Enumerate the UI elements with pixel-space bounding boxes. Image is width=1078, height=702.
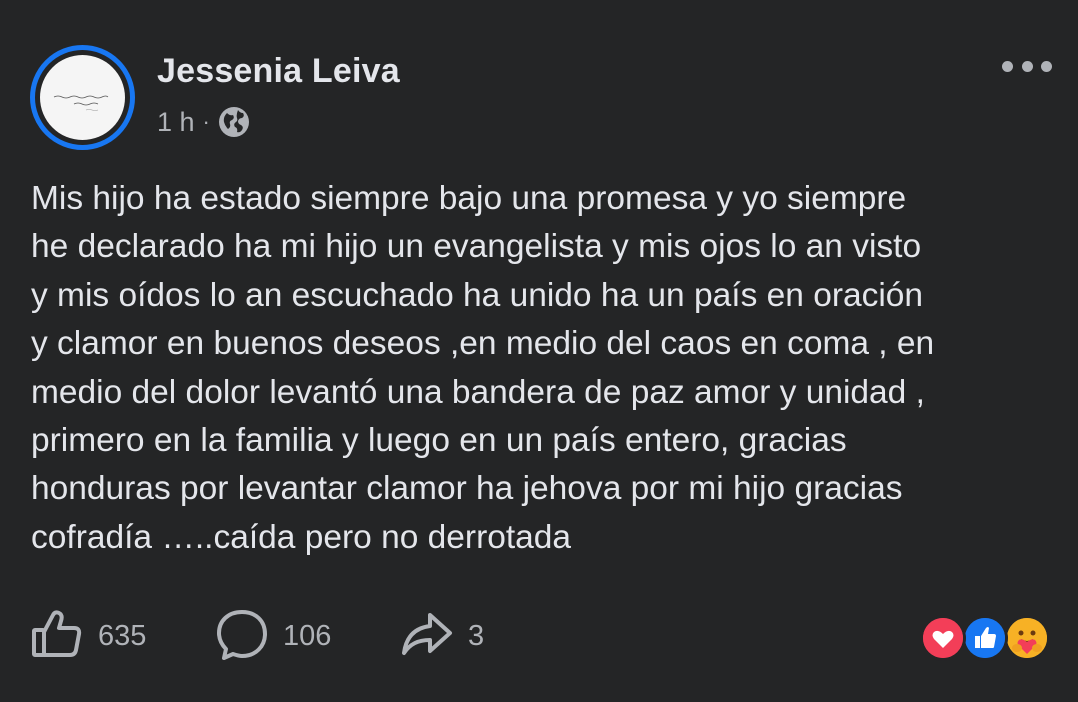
avatar-image [40,55,125,140]
share-icon [400,607,454,666]
share-count: 3 [468,619,485,652]
globe-icon[interactable] [218,106,250,138]
like-reaction-icon [962,615,1008,661]
more-dot [1021,60,1033,72]
thumbs-up-icon [30,607,84,666]
meta-separator: · [202,109,210,134]
avatar[interactable] [30,45,135,150]
comment-count: 106 [283,619,332,652]
post-timestamp[interactable]: 1 h [157,107,195,138]
reaction-summary[interactable] [920,610,1050,661]
more-options-button[interactable] [1002,56,1052,76]
post-text: Mis hijo ha estado siempre bajo una prom… [31,180,935,556]
like-count: 635 [98,619,147,652]
more-dot [1002,60,1013,72]
love-reaction-icon [920,615,966,661]
comment-icon [215,607,269,666]
share-button[interactable]: 3 [400,607,484,666]
care-reaction-icon [1004,615,1050,661]
more-dot [1041,60,1052,72]
post-meta: 1 h · [157,106,250,138]
author-name[interactable]: Jessenia Leiva [157,52,400,91]
action-bar: 635 106 3 [30,606,484,666]
comment-button[interactable]: 106 [215,607,400,666]
like-button[interactable]: 635 [30,607,215,666]
